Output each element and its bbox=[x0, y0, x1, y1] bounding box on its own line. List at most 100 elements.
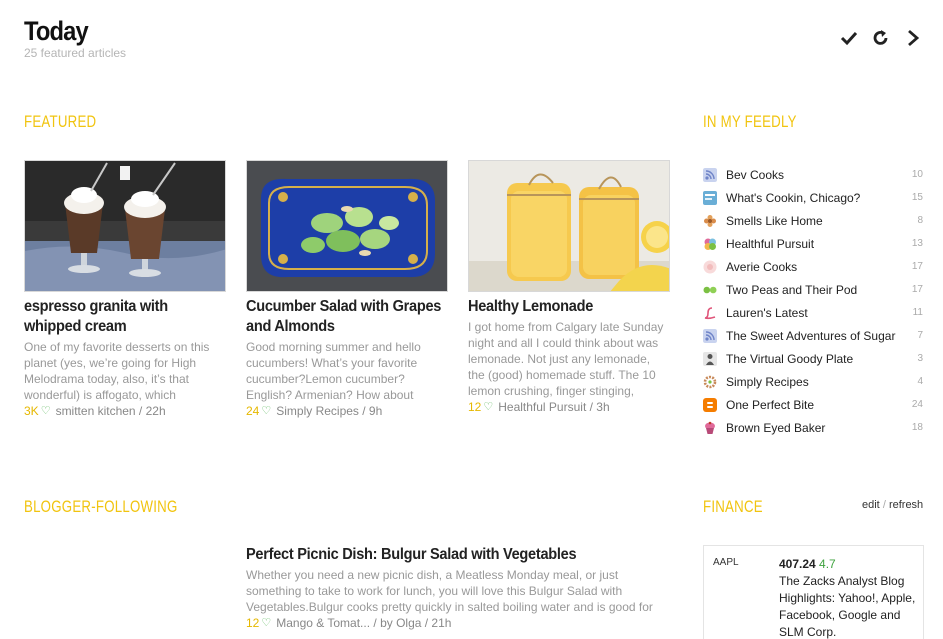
blogger-article[interactable]: Perfect Picnic Dish: Bulgur Salad with V… bbox=[246, 544, 671, 631]
article-thumbnail[interactable] bbox=[246, 160, 448, 292]
feed-item-bev-cooks[interactable]: Bev Cooks 10 bbox=[703, 163, 923, 186]
feed-item-whats-cookin-chicago[interactable]: What's Cookin, Chicago? 15 bbox=[703, 186, 923, 209]
in-my-feedly-heading[interactable]: IN MY FEEDLY bbox=[703, 112, 797, 132]
heart-icon[interactable]: ♡ bbox=[261, 403, 271, 419]
heart-icon[interactable]: ♡ bbox=[483, 399, 493, 415]
article-source[interactable]: Simply Recipes / 9h bbox=[276, 403, 382, 419]
blogger-icon bbox=[703, 397, 717, 412]
engagement-count: 3K bbox=[24, 404, 39, 418]
feed-item-averie-cooks[interactable]: Averie Cooks 17 bbox=[703, 255, 923, 278]
feed-item-brown-eyed-baker[interactable]: Brown Eyed Baker 18 bbox=[703, 416, 923, 439]
lemonade-photo bbox=[469, 161, 669, 291]
featured-heading[interactable]: FEATURED bbox=[24, 112, 96, 132]
rss-icon bbox=[703, 167, 717, 182]
separator: / bbox=[882, 499, 886, 511]
feed-item-healthful-pursuit[interactable]: Healthful Pursuit 13 bbox=[703, 232, 923, 255]
article-snippet: Good morning summer and hello cucumbers!… bbox=[246, 340, 421, 402]
stock-price: 407.24 bbox=[779, 557, 816, 571]
article-title[interactable]: Healthy Lemonade bbox=[468, 297, 670, 317]
feed-name: Averie Cooks bbox=[726, 259, 798, 274]
article-source[interactable]: Healthful Pursuit / 3h bbox=[498, 399, 609, 415]
edit-link[interactable]: edit bbox=[862, 499, 880, 511]
article-title[interactable]: espresso granita with whipped cream bbox=[24, 297, 226, 337]
stock-change: 4.7 bbox=[819, 557, 836, 571]
feed-item-one-perfect-bite[interactable]: One Perfect Bite 24 bbox=[703, 393, 923, 416]
article-title[interactable]: Cucumber Salad with Grapes and Almonds bbox=[246, 297, 448, 337]
feed-name: What's Cookin, Chicago? bbox=[726, 190, 861, 205]
feed-name: Bev Cooks bbox=[726, 167, 785, 182]
article-snippet: One of my favorite desserts on this plan… bbox=[24, 340, 210, 402]
feed-item-laurens-latest[interactable]: Lauren's Latest 11 bbox=[703, 301, 923, 324]
feed-name: The Virtual Goody Plate bbox=[726, 351, 854, 366]
mark-as-read-button[interactable] bbox=[839, 28, 859, 48]
feed-name: Healthful Pursuit bbox=[726, 236, 815, 251]
heart-icon[interactable]: ♡ bbox=[41, 403, 51, 419]
unread-count: 7 bbox=[917, 330, 923, 341]
feed-name: Lauren's Latest bbox=[726, 305, 808, 320]
feed-name: Simply Recipes bbox=[726, 374, 809, 389]
figure-icon bbox=[703, 351, 717, 366]
unread-count: 3 bbox=[917, 353, 923, 364]
article-thumbnail[interactable] bbox=[468, 160, 670, 292]
article-source[interactable]: Mango & Tomat... / by Olga / 21h bbox=[276, 615, 451, 631]
feed-name: Smells Like Home bbox=[726, 213, 823, 228]
page-subtitle: 25 featured articles bbox=[24, 46, 127, 60]
feed-item-two-peas-and-their-pod[interactable]: Two Peas and Their Pod 17 bbox=[703, 278, 923, 301]
stock-ticker[interactable]: AAPL bbox=[713, 557, 739, 568]
cupcake-icon bbox=[705, 421, 715, 434]
featured-article[interactable]: Healthy Lemonade I got home from Calgary… bbox=[468, 160, 670, 415]
article-title[interactable]: Perfect Picnic Dish: Bulgur Salad with V… bbox=[246, 544, 646, 565]
flower-icon bbox=[704, 214, 716, 227]
feed-item-virtual-goody-plate[interactable]: The Virtual Goody Plate 3 bbox=[703, 347, 923, 370]
unread-count: 13 bbox=[911, 238, 923, 249]
article-snippet: I got home from Calgary late Sunday nigh… bbox=[468, 320, 664, 398]
refresh-button[interactable] bbox=[871, 28, 891, 48]
peas-icon bbox=[703, 286, 717, 293]
article-snippet: Whether you need a new picnic dish, a Me… bbox=[246, 568, 653, 614]
salad-photo bbox=[247, 161, 447, 291]
next-button[interactable] bbox=[903, 28, 923, 48]
refresh-icon bbox=[873, 30, 888, 45]
feedly-source-list: Bev Cooks 10 What's Cookin, Chicago? 15 … bbox=[703, 163, 923, 439]
unread-count: 8 bbox=[917, 215, 923, 226]
chevron-right-icon bbox=[908, 29, 920, 47]
article-meta: 3K ♡ smitten kitchen / 22h bbox=[24, 403, 226, 419]
unread-count: 4 bbox=[917, 376, 923, 387]
unread-count: 15 bbox=[911, 192, 923, 203]
checkmark-icon bbox=[840, 31, 858, 46]
article-meta: 12 ♡ Healthful Pursuit / 3h bbox=[468, 399, 670, 415]
toolbar bbox=[839, 28, 923, 48]
feed-name: The Sweet Adventures of Sugar bbox=[726, 328, 896, 343]
wreath-icon bbox=[703, 375, 717, 388]
engagement-count: 24 bbox=[246, 404, 260, 418]
unread-count: 18 bbox=[911, 422, 923, 433]
stock-quote: 407.24 4.7 The Zacks Analyst Blog Highli… bbox=[779, 556, 919, 639]
dessert-photo bbox=[25, 161, 225, 291]
feed-item-sweet-adventures-of-sugar[interactable]: The Sweet Adventures of Sugar 7 bbox=[703, 324, 923, 347]
feed-name: Brown Eyed Baker bbox=[726, 420, 826, 435]
feed-item-smells-like-home[interactable]: Smells Like Home 8 bbox=[703, 209, 923, 232]
page-title: Today bbox=[24, 16, 89, 46]
article-meta: 24 ♡ Simply Recipes / 9h bbox=[246, 403, 448, 419]
unread-count: 17 bbox=[911, 261, 923, 272]
refresh-link[interactable]: refresh bbox=[889, 499, 923, 511]
script-l-icon bbox=[704, 306, 716, 319]
article-thumbnail[interactable] bbox=[24, 160, 226, 292]
finance-actions: edit / refresh bbox=[862, 499, 923, 511]
engagement-count: 12 bbox=[468, 400, 482, 414]
stock-headline[interactable]: The Zacks Analyst Blog Highlights: Yahoo… bbox=[779, 573, 919, 639]
featured-article[interactable]: espresso granita with whipped cream One … bbox=[24, 160, 226, 419]
article-meta: 12 ♡ Mango & Tomat... / by Olga / 21h bbox=[246, 615, 671, 631]
unread-count: 11 bbox=[912, 307, 923, 318]
blogger-following-heading[interactable]: BLOGGER-FOLLOWING bbox=[24, 497, 178, 517]
engagement-count: 12 bbox=[246, 616, 260, 630]
finance-heading[interactable]: FINANCE bbox=[703, 497, 763, 517]
blog-icon bbox=[703, 190, 717, 205]
heart-icon[interactable]: ♡ bbox=[261, 615, 271, 631]
feed-name: One Perfect Bite bbox=[726, 397, 815, 412]
rss-icon bbox=[703, 328, 717, 343]
blossom-icon bbox=[704, 238, 716, 250]
article-source[interactable]: smitten kitchen / 22h bbox=[56, 403, 166, 419]
feed-item-simply-recipes[interactable]: Simply Recipes 4 bbox=[703, 370, 923, 393]
featured-article[interactable]: Cucumber Salad with Grapes and Almonds G… bbox=[246, 160, 448, 419]
